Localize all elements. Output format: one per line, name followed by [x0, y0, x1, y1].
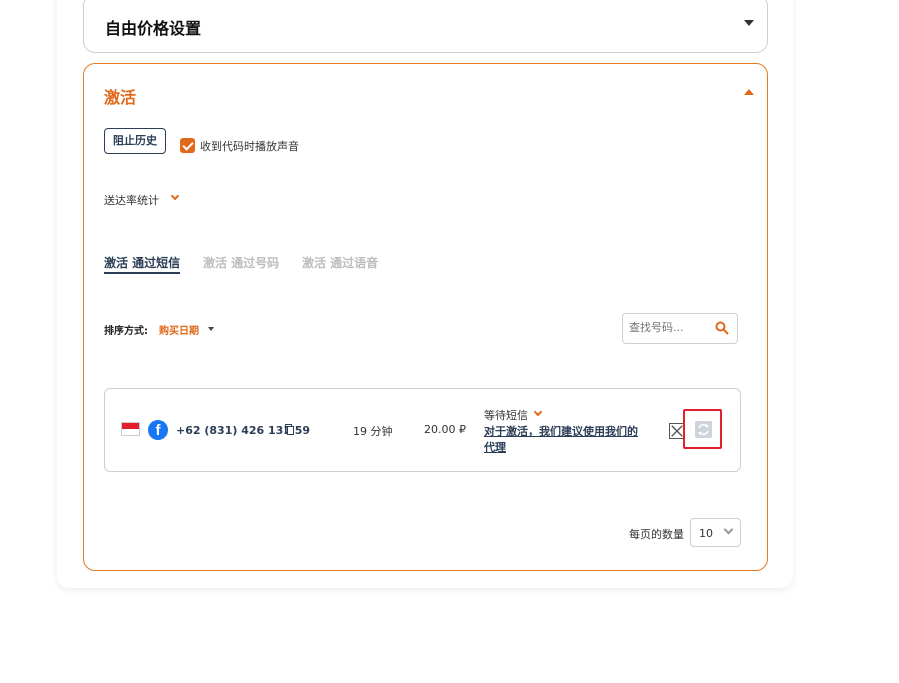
search-input[interactable]	[629, 321, 709, 334]
per-page-select[interactable]: 10	[690, 518, 741, 547]
chevron-up-icon[interactable]	[744, 89, 754, 95]
refresh-button-highlight[interactable]	[683, 409, 722, 449]
delivery-stats-toggle[interactable]: 送达率统计	[104, 192, 159, 208]
duration-text: 19 分钟	[353, 425, 393, 438]
caret-down-icon[interactable]	[208, 327, 214, 331]
price-settings-title: 自由价格设置	[105, 19, 202, 38]
copy-icon[interactable]	[285, 424, 294, 435]
chevron-down-icon[interactable]	[744, 20, 754, 26]
block-history-button[interactable]: 阻止历史	[104, 128, 166, 154]
facebook-icon: f	[148, 420, 168, 440]
search-box[interactable]	[622, 313, 738, 344]
activation-section: 激活 阻止历史 收到代码时播放声音 送达率统计 激活 通过短信 激活 通过号码 …	[83, 63, 768, 571]
price-text: 20.00 ₽	[424, 423, 466, 436]
tab-activation-voice[interactable]: 激活 通过语音	[302, 254, 378, 271]
play-sound-label[interactable]: 收到代码时播放声音	[200, 138, 299, 154]
search-icon[interactable]	[715, 321, 729, 335]
sort-dropdown[interactable]: 购买日期	[159, 322, 199, 337]
status-text[interactable]: 等待短信	[484, 407, 528, 423]
table-row: f +62 (831) 426 131 59 19 分钟 20.00 ₽ 等待短…	[104, 388, 741, 472]
price-settings-section[interactable]: 自由价格设置	[83, 0, 768, 53]
proxy-recommend-link[interactable]: 对于激活，我们建议使用我们的代理	[484, 424, 648, 456]
per-page-label: 每页的数量	[629, 528, 684, 541]
sort-label: 排序方式:	[104, 326, 148, 337]
per-page-value: 10	[699, 527, 713, 540]
chevron-down-icon[interactable]	[723, 524, 734, 535]
tab-activation-number[interactable]: 激活 通过号码	[203, 254, 279, 271]
indonesia-flag-icon	[121, 422, 140, 436]
activation-title[interactable]: 激活	[104, 84, 136, 108]
chevron-down-icon[interactable]	[533, 407, 543, 417]
tab-activation-sms[interactable]: 激活 通过短信	[104, 254, 181, 274]
chevron-down-icon[interactable]	[170, 191, 180, 201]
refresh-icon[interactable]	[695, 421, 712, 438]
play-sound-checkbox[interactable]	[180, 138, 195, 153]
